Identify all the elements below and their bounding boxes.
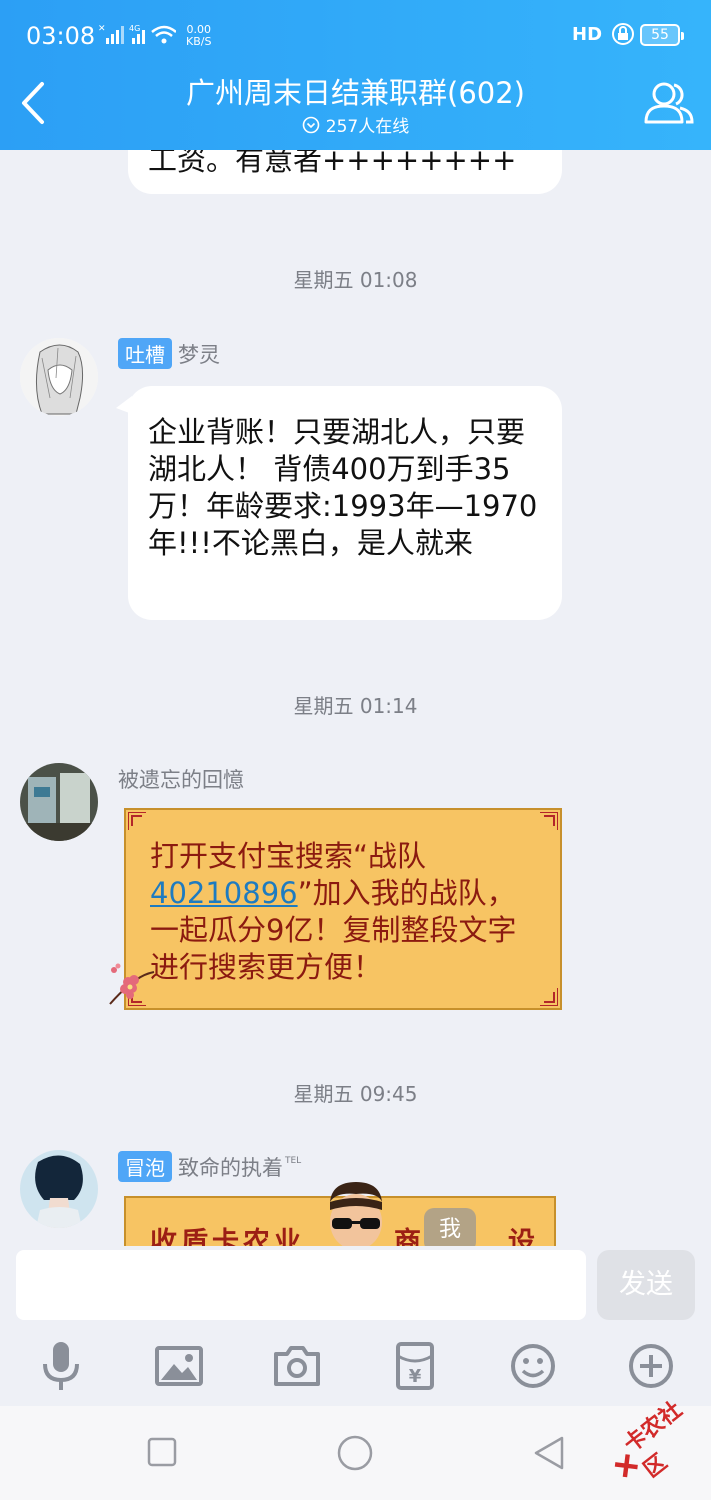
- message-text: 企业背账！只要湖北人，只要湖北人！ 背债400万到手35万！年龄要求:1993年…: [148, 415, 538, 560]
- member-title-badge: 冒泡: [118, 1151, 172, 1182]
- avatar[interactable]: [20, 763, 98, 841]
- group-members-button[interactable]: [642, 78, 696, 128]
- tel-badge: TEL: [285, 1155, 302, 1166]
- message-bubble[interactable]: 企业背账！只要湖北人，只要湖北人！ 背债400万到手35万！年龄要求:1993年…: [128, 386, 562, 620]
- plus-icon[interactable]: [626, 1340, 676, 1392]
- avatar[interactable]: [20, 338, 98, 416]
- banner-text: 设: [508, 1227, 535, 1246]
- send-button[interactable]: 发送: [597, 1250, 695, 1320]
- sender-name[interactable]: 致命的执着: [178, 1152, 283, 1182]
- chevron-down-circle-icon: [302, 116, 320, 133]
- plum-blossom-decoration: [106, 958, 156, 1008]
- sender-name[interactable]: 被遗忘的回憶: [118, 764, 244, 794]
- mic-icon[interactable]: [36, 1340, 86, 1392]
- circle-icon: [337, 1435, 373, 1471]
- svg-text:✕: ✕: [98, 24, 106, 34]
- status-bar: 03:08 ✕ 4G 0.00 KB/S HD 55: [0, 0, 711, 70]
- square-icon: [147, 1437, 177, 1467]
- sender-row: 被遗忘的回憶: [118, 764, 244, 794]
- sender-name[interactable]: 梦灵: [178, 339, 220, 369]
- banner-text: 商: [394, 1227, 421, 1246]
- input-toolbar: ¥: [0, 1326, 711, 1406]
- timestamp: 星期五 09:45: [293, 1082, 418, 1106]
- sender-row: 吐槽 梦灵: [118, 338, 220, 369]
- back-nav-button[interactable]: [532, 1434, 566, 1476]
- net-speed: 0.00 KB/S: [186, 23, 212, 48]
- svg-text:4G: 4G: [129, 24, 140, 33]
- triangle-back-icon: [534, 1436, 564, 1470]
- group-members-icon: [644, 82, 694, 124]
- signal-icon: ✕ 4G: [96, 22, 177, 50]
- input-bar: 发送: [0, 1246, 711, 1326]
- emoji-icon[interactable]: [508, 1340, 558, 1392]
- chat-title: 广州周末日结兼职群(602): [186, 76, 525, 110]
- banner-text: 收盾卡农业: [150, 1227, 305, 1246]
- message-link[interactable]: 40210896: [150, 876, 298, 910]
- timestamp: 星期五 01:14: [293, 694, 418, 718]
- online-count[interactable]: 257人在线: [0, 112, 711, 137]
- message-bubble[interactable]: 打开支付宝搜索“战队 40210896”加入我的战队，一起瓜分9亿！复制整段文字…: [124, 808, 562, 1010]
- chat-header: 03:08 ✕ 4G 0.00 KB/S HD 55 广州周末日结兼职群(602…: [0, 0, 711, 150]
- avatar[interactable]: [20, 1150, 98, 1228]
- camera-icon[interactable]: [272, 1340, 322, 1392]
- sticker-avatar: [322, 1180, 390, 1246]
- recents-button[interactable]: [146, 1436, 178, 1472]
- lock-icon: [612, 22, 634, 46]
- red-packet-icon[interactable]: ¥: [390, 1340, 440, 1392]
- status-time: 03:08: [26, 22, 96, 50]
- message-input[interactable]: [16, 1250, 586, 1320]
- home-button[interactable]: [336, 1434, 374, 1476]
- battery-indicator: 55: [640, 24, 684, 46]
- message-text: 打开支付宝搜索“战队: [150, 839, 427, 873]
- sender-row: 冒泡 致命的执着 TEL: [118, 1151, 301, 1182]
- image-icon[interactable]: [154, 1340, 204, 1392]
- timestamp: 星期五 01:08: [293, 268, 418, 292]
- member-title-badge: 吐槽: [118, 338, 172, 369]
- hd-icon: HD: [572, 24, 603, 45]
- svg-text:¥: ¥: [409, 1366, 422, 1387]
